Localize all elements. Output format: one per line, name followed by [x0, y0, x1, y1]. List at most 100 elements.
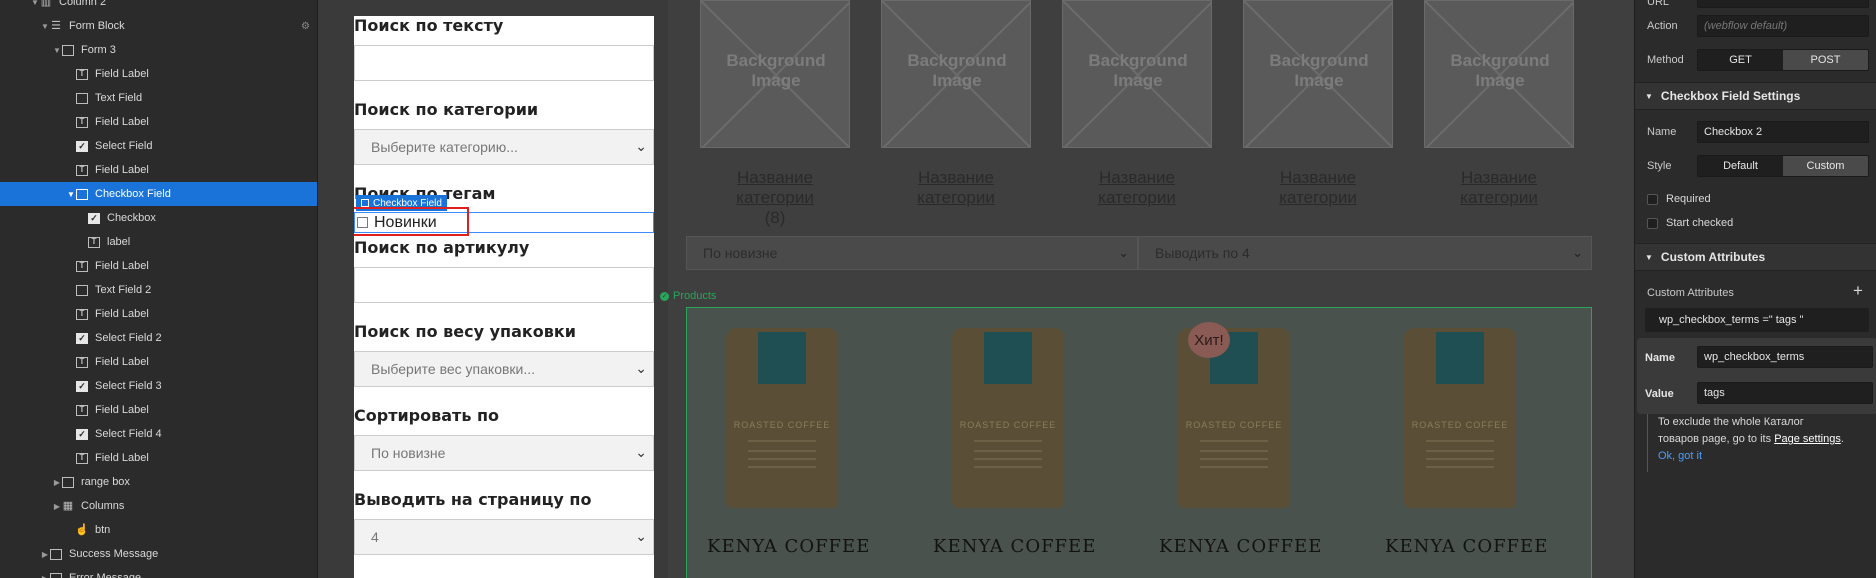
name-input[interactable]: Checkbox 2 — [1697, 121, 1869, 143]
bag-text-line — [974, 450, 1042, 452]
required-checkbox[interactable]: Required — [1647, 193, 1711, 205]
checkbox-settings-title: Checkbox Field Settings — [1660, 89, 1801, 103]
product-card[interactable]: ROASTED COFFEE KENYA COFFEE — [707, 328, 869, 557]
method-toggle[interactable]: GET POST — [1697, 49, 1869, 71]
navigator-item[interactable]: Text Field — [0, 86, 317, 110]
category-title-link[interactable]: Название категории — [700, 168, 850, 208]
popup-name-input[interactable]: wp_checkbox_terms — [1697, 346, 1873, 368]
weight-select[interactable]: Выберите вес упаковки... ⌄ — [354, 351, 654, 387]
navigator-item[interactable]: ▼ Form 3 — [0, 38, 317, 62]
navigator-item[interactable]: ✓ Select Field 2 — [0, 326, 317, 350]
background-image-placeholder: Background Image — [1062, 0, 1212, 148]
navigator-item-label: Text Field — [95, 92, 143, 104]
form-icon — [62, 44, 74, 56]
navigator-item[interactable]: ✓ Select Field 4 — [0, 422, 317, 446]
settings-gear-icon[interactable]: ⚙ — [301, 21, 310, 32]
page-settings-link[interactable]: Page settings — [1774, 433, 1841, 445]
columns-icon: ▥ — [40, 0, 52, 8]
navigator-item[interactable]: T Field Label — [0, 158, 317, 182]
bag-text: ROASTED COFFEE — [959, 420, 1057, 430]
method-get-button[interactable]: GET — [1698, 50, 1783, 70]
product-card[interactable]: ROASTED COFFEE KENYA COFFEE — [933, 328, 1095, 557]
product-card[interactable]: ROASTED COFFEE KENYA COFFEE — [1385, 328, 1547, 557]
method-post-button[interactable]: POST — [1783, 50, 1868, 70]
designer-canvas[interactable]: Поиск по тексту Поиск по категории Выбер… — [318, 0, 1634, 578]
caret-down-icon[interactable]: ▼ — [66, 190, 76, 199]
text-field-icon: T — [76, 308, 88, 320]
navigator-item[interactable]: ▶ ▦ Columns — [0, 494, 317, 518]
sort-dropdown[interactable]: По новизне ⌄ — [686, 236, 1138, 270]
per-page-dropdown[interactable]: Выводить по 4 ⌄ — [1138, 236, 1592, 270]
navigator-item[interactable]: Text Field 2 — [0, 278, 317, 302]
navigator-item[interactable]: T Field Label — [0, 110, 317, 134]
caret-down-icon[interactable]: ▼ — [30, 0, 40, 7]
caret-right-icon[interactable]: ▶ — [52, 478, 62, 487]
category-select-value: Выберите категорию... — [371, 139, 518, 155]
per-page-select[interactable]: 4 ⌄ — [354, 519, 654, 555]
custom-attribute-item[interactable]: wp_checkbox_terms =" tags " — [1645, 308, 1869, 332]
category-card[interactable]: Background Image Название категории (8) — [700, 0, 850, 228]
navigator-item[interactable]: ☝ btn — [0, 518, 317, 542]
checkbox-settings-header[interactable]: ▼ Checkbox Field Settings — [1635, 82, 1876, 110]
background-image-placeholder: Background Image — [1243, 0, 1393, 148]
action-input[interactable]: (webflow default) — [1697, 15, 1869, 37]
navigator-item[interactable]: ▶ Success Message — [0, 542, 317, 566]
navigator-item[interactable]: ✓ Select Field 3 — [0, 374, 317, 398]
navigator-item[interactable]: ▼ Checkbox Field — [0, 182, 317, 206]
navigator-item[interactable]: ✓ Select Field — [0, 134, 317, 158]
bag-text-line — [974, 440, 1042, 442]
caret-down-icon[interactable]: ▼ — [40, 22, 50, 31]
ok-got-it-link[interactable]: Ok, got it — [1658, 448, 1871, 465]
add-attribute-icon[interactable]: + — [1853, 281, 1863, 301]
caret-right-icon[interactable]: ▶ — [40, 550, 50, 559]
products-list[interactable]: ROASTED COFFEE KENYA COFFEE ROASTED COFFEE… — [686, 307, 1592, 578]
product-card[interactable]: ROASTED COFFEE KENYA COFFEE — [1159, 328, 1321, 557]
custom-attributes-label: Custom Attributes — [1647, 287, 1734, 299]
hand-icon: ☝ — [75, 523, 89, 536]
navigator-item[interactable]: ▶ Error Message — [0, 566, 317, 578]
navigator-item[interactable]: T Field Label — [0, 350, 317, 374]
navigator-item[interactable]: T Field Label — [0, 254, 317, 278]
category-title-link[interactable]: Название категории — [881, 168, 1031, 208]
box-icon — [76, 188, 88, 200]
style-custom-button[interactable]: Custom — [1783, 156, 1868, 176]
checkbox-checked-icon: ✓ — [76, 428, 88, 440]
popup-value-input[interactable]: tags — [1697, 382, 1873, 404]
sort-dropdown-value: По новизне — [703, 245, 778, 261]
category-card[interactable]: Background Image Название категории — [1424, 0, 1574, 208]
navigator-item[interactable]: ▼ ▥ Column 2 — [0, 0, 317, 14]
text-field-icon: T — [76, 164, 88, 176]
sort-select[interactable]: По новизне ⌄ — [354, 435, 654, 471]
navigator-item[interactable]: Tlabel — [0, 230, 317, 254]
custom-attributes-header[interactable]: ▼ Custom Attributes — [1635, 243, 1876, 271]
url-input[interactable] — [1697, 0, 1869, 8]
category-card[interactable]: Background Image Название категории — [1062, 0, 1212, 208]
text-field-icon: T — [76, 452, 88, 464]
navigator-item[interactable]: ▶ range box — [0, 470, 317, 494]
caret-right-icon[interactable]: ▶ — [40, 574, 50, 578]
method-label: Method — [1647, 54, 1684, 66]
category-title-link[interactable]: Название категории — [1424, 168, 1574, 208]
category-card[interactable]: Background Image Название категории — [881, 0, 1031, 208]
style-toggle[interactable]: Default Custom — [1697, 155, 1869, 177]
navigator-item[interactable]: T Field Label — [0, 302, 317, 326]
category-select[interactable]: Выберите категорию... ⌄ — [354, 129, 654, 165]
navigator-item-label: btn — [95, 524, 111, 536]
bag-text-line — [748, 458, 816, 460]
start-checked-checkbox[interactable]: Start checked — [1647, 217, 1733, 229]
navigator-item[interactable]: ▼ ☰ Form Block ⚙ — [0, 14, 317, 38]
caret-right-icon[interactable]: ▶ — [52, 502, 62, 511]
caret-down-icon[interactable]: ▼ — [52, 46, 62, 55]
coffee-bag-image: ROASTED COFFEE — [952, 328, 1064, 508]
article-input[interactable] — [354, 267, 654, 303]
style-default-button[interactable]: Default — [1698, 156, 1783, 176]
navigator-item[interactable]: ✓ Checkbox — [0, 206, 317, 230]
category-title-link[interactable]: Название категории — [1243, 168, 1393, 208]
category-card[interactable]: Background Image Название категории — [1243, 0, 1393, 208]
filter-form[interactable]: Поиск по тексту Поиск по категории Выбер… — [354, 16, 654, 578]
navigator-item[interactable]: T Field Label — [0, 446, 317, 470]
search-text-input[interactable] — [354, 45, 654, 81]
navigator-item[interactable]: T Field Label — [0, 398, 317, 422]
category-title-link[interactable]: Название категории — [1062, 168, 1212, 208]
navigator-item[interactable]: T Field Label — [0, 62, 317, 86]
